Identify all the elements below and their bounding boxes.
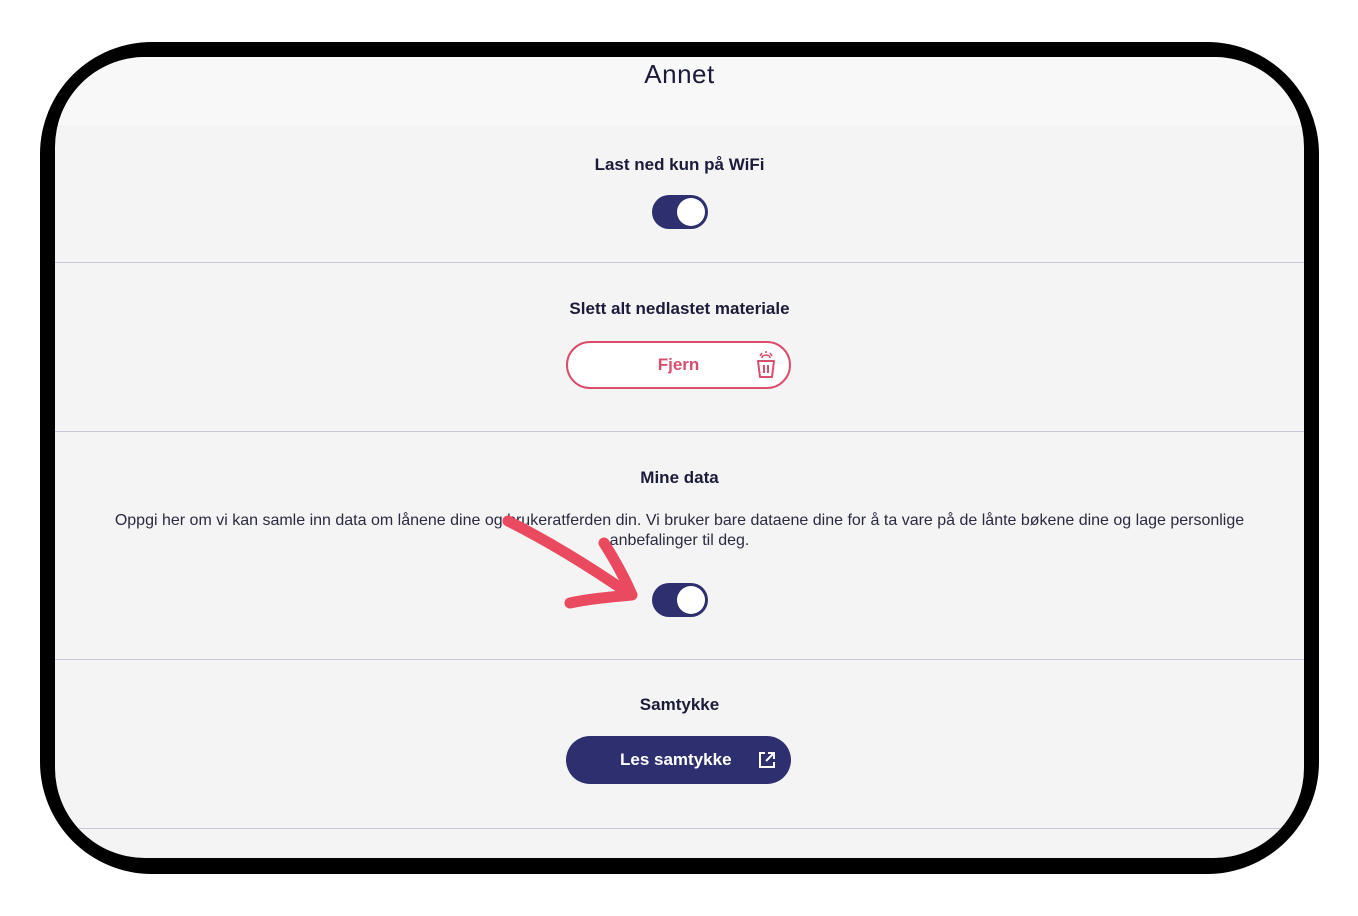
trash-icon	[757, 351, 775, 378]
external-link-icon	[759, 752, 775, 768]
toggle-knob	[677, 198, 705, 226]
screen: Annet Last ned kun på WiFi Slett alt ned…	[55, 57, 1304, 858]
section-mydata: Mine data Oppgi her om vi kan samle inn …	[55, 432, 1304, 660]
read-consent-button[interactable]: Les samtykke	[566, 736, 791, 784]
annotation-arrow-icon	[502, 515, 638, 609]
wifi-heading: Last ned kun på WiFi	[594, 155, 765, 174]
consent-heading: Samtykke	[639, 695, 720, 714]
remove-button[interactable]: Fjern	[566, 341, 791, 389]
section-delete: Slett alt nedlastet materiale Fjern	[55, 263, 1304, 432]
mydata-description-line-1: Oppgi her om vi kan samle inn data om lå…	[114, 512, 1245, 529]
page-title: Annet	[644, 59, 715, 89]
mydata-description-line-2: anbefalinger til deg.	[609, 532, 750, 549]
read-consent-button-label: Les samtykke	[620, 750, 732, 769]
toggle-knob	[677, 586, 705, 614]
mydata-heading: Mine data	[640, 468, 719, 487]
wifi-toggle[interactable]	[652, 195, 708, 229]
delete-heading: Slett alt nedlastet materiale	[569, 299, 790, 318]
section-wifi: Last ned kun på WiFi	[55, 125, 1304, 263]
top-bar: Annet	[55, 57, 1304, 125]
mydata-toggle[interactable]	[652, 583, 708, 617]
section-consent: Samtykke Les samtykke	[55, 660, 1304, 829]
